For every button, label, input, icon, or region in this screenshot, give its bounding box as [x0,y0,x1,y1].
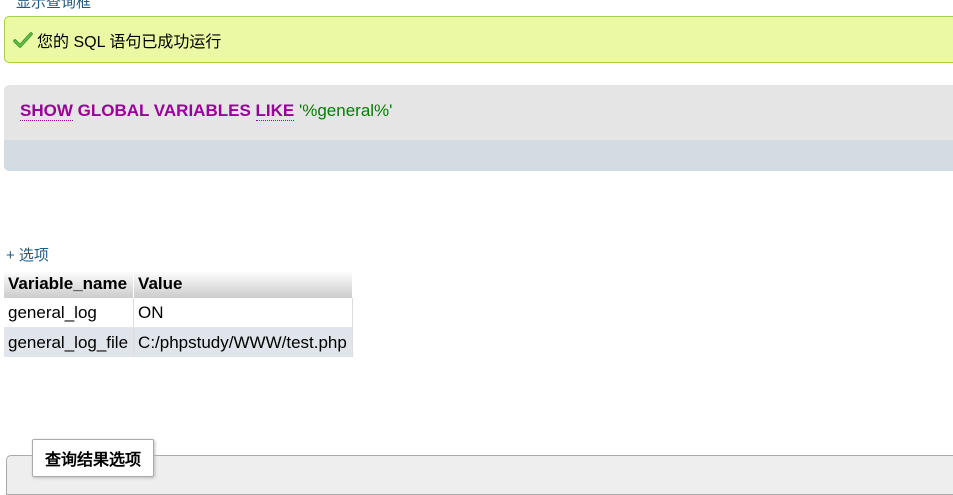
table-cell-variable-name: general_log_file [4,327,135,357]
sql-query-text: SHOW GLOBAL VARIABLES LIKE '%general%' [20,101,392,121]
table-cell-value: C:/phpstudy/WWW/test.php [133,327,353,357]
sql-keyword-show[interactable]: SHOW [20,101,73,121]
success-message: 您的 SQL 语句已成功运行 [4,16,953,63]
success-text: 您的 SQL 语句已成功运行 [37,33,222,51]
table-cell-variable-name: general_log [4,298,135,328]
query-results-options-legend: 查询结果选项 [32,439,155,477]
show-query-box-link[interactable]: 显示查询框 [16,0,91,12]
table-row[interactable]: general_log_file C:/phpstudy/WWW/test.ph… [4,327,353,357]
sql-keyword-global-variables: GLOBAL VARIABLES [77,101,251,120]
sql-query-toolbar [4,140,953,171]
sql-keyword-like[interactable]: LIKE [255,101,295,121]
sql-string-literal: '%general%' [298,101,393,120]
check-icon [13,30,33,50]
column-header-variable-name[interactable]: Variable_name [4,266,135,298]
sql-query-box: SHOW GLOBAL VARIABLES LIKE '%general%' [4,85,953,171]
results-table: Variable_name Value general_log ON gener… [4,266,353,357]
table-cell-value: ON [133,298,353,328]
options-toggle-link[interactable]: + 选项 [6,244,49,265]
table-header-row: Variable_name Value [4,266,353,298]
table-row[interactable]: general_log ON [4,298,353,328]
column-header-value[interactable]: Value [133,266,353,298]
